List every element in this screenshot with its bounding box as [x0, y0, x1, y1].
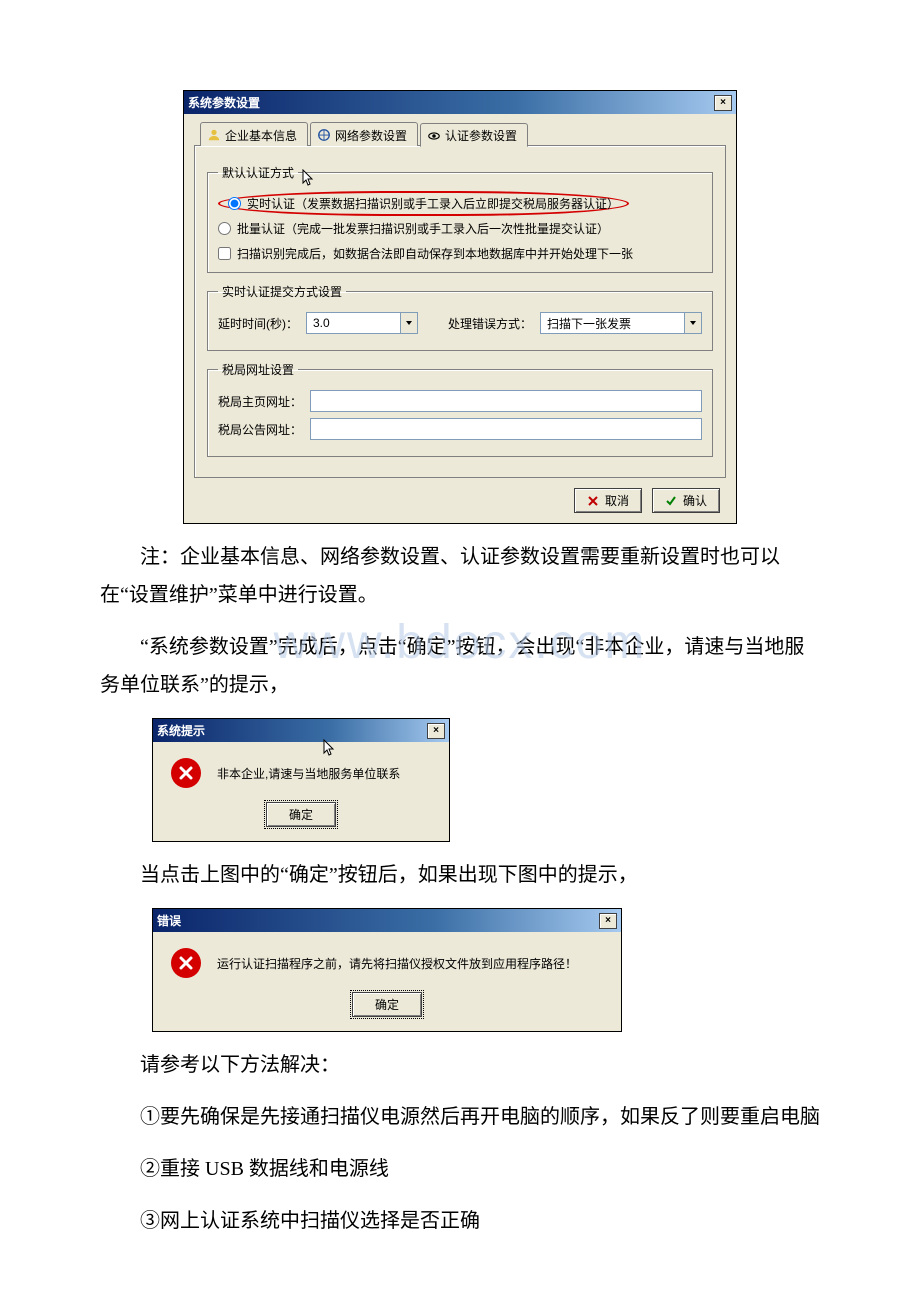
message-text: 非本企业,请速与当地服务单位联系 — [217, 765, 400, 782]
tax-notice-label: 税局公告网址： — [218, 421, 302, 438]
dropdown-value: 扫描下一张发票 — [541, 315, 684, 332]
message-text: 运行认证扫描程序之前，请先将扫描仪授权文件放到应用程序路径！ — [217, 955, 577, 972]
tab-network-settings[interactable]: 网络参数设置 — [310, 122, 418, 146]
group-tax-url: 税局网址设置 税局主页网址： 税局公告网址： — [207, 361, 713, 457]
cursor-icon — [302, 169, 316, 190]
ok-button[interactable]: 确认 — [652, 488, 720, 513]
dropdown-value: 3.0 — [307, 316, 400, 330]
button-label: 确定 — [375, 996, 399, 1013]
system-prompt-dialog: 系统提示 × 非本企业,请速与当地服务单位联系 确定 — [152, 718, 450, 842]
error-icon — [171, 948, 201, 978]
tab-label: 认证参数设置 — [445, 127, 517, 144]
titlebar: 系统参数设置 × — [184, 91, 736, 114]
paragraph-solutions-header: 请参考以下方法解决： — [100, 1046, 820, 1084]
close-icon[interactable]: × — [714, 95, 732, 111]
tab-label: 网络参数设置 — [335, 127, 407, 144]
dialog-title: 系统参数设置 — [188, 94, 260, 111]
tab-auth-settings[interactable]: 认证参数设置 — [420, 123, 528, 147]
group-realtime-submit: 实时认证提交方式设置 延时时间(秒)： 3.0 处理错误方式： 扫描下一张发 — [207, 283, 713, 351]
chevron-down-icon — [684, 313, 701, 333]
delay-label: 延时时间(秒)： — [218, 315, 298, 332]
tax-home-label: 税局主页网址： — [218, 393, 302, 410]
eye-icon — [427, 129, 441, 143]
tab-basic-info[interactable]: 企业基本信息 — [200, 122, 308, 146]
group-default-auth: 默认认证方式 实时认证（发票数据扫描识别或手工录入后立即提交税局服务器认证） 批… — [207, 164, 713, 273]
paragraph-click-ok: 当点击上图中的“确定”按钮后，如果出现下图中的提示， — [100, 856, 820, 894]
paragraph-note: 注：企业基本信息、网络参数设置、认证参数设置需要重新设置时也可以在“设置维护”菜… — [100, 538, 820, 614]
radio-label: 实时认证（发票数据扫描识别或手工录入后立即提交税局服务器认证） — [247, 195, 619, 212]
check-icon — [665, 495, 677, 507]
tab-label: 企业基本信息 — [225, 127, 297, 144]
tax-notice-input[interactable] — [310, 418, 702, 440]
group-legend: 默认认证方式 — [218, 164, 298, 181]
error-icon — [171, 758, 201, 788]
user-icon — [207, 128, 221, 142]
error-dialog: 错误 × 运行认证扫描程序之前，请先将扫描仪授权文件放到应用程序路径！ 确定 — [152, 908, 622, 1032]
chevron-down-icon — [400, 313, 417, 333]
radio-batch-auth[interactable] — [218, 222, 231, 235]
cursor-icon — [323, 739, 337, 760]
titlebar: 错误 × — [153, 909, 621, 932]
solution-item-3: ③网上认证系统中扫描仪选择是否正确 — [100, 1202, 820, 1240]
dialog-title: 错误 — [157, 912, 181, 929]
error-mode-label: 处理错误方式： — [448, 315, 532, 332]
button-label: 确认 — [683, 492, 707, 509]
group-legend: 实时认证提交方式设置 — [218, 283, 346, 300]
paragraph-after-settings: “系统参数设置”完成后，点击“确定”按钮，会出现“非本企业，请速与当地服务单位联… — [100, 628, 820, 704]
dialog-title: 系统提示 — [157, 722, 205, 739]
delay-dropdown[interactable]: 3.0 — [306, 312, 418, 334]
cancel-button[interactable]: 取消 — [574, 488, 642, 513]
network-icon — [317, 128, 331, 142]
ok-button[interactable]: 确定 — [352, 992, 422, 1017]
button-label: 取消 — [605, 492, 629, 509]
radio-label: 批量认证（完成一批发票扫描识别或手工录入后一次性批量提交认证） — [237, 220, 609, 237]
button-label: 确定 — [289, 806, 313, 823]
solution-item-2: ②重接 USB 数据线和电源线 — [100, 1150, 820, 1188]
checkbox-label: 扫描识别完成后，如数据合法即自动保存到本地数据库中并开始处理下一张 — [237, 245, 633, 262]
settings-dialog: 系统参数设置 × 企业基本信息 网络参数设置 — [183, 90, 737, 524]
ok-button[interactable]: 确定 — [266, 802, 336, 827]
solution-item-1: ①要先确保是先接通扫描仪电源然后再开电脑的顺序，如果反了则要重启电脑 — [100, 1098, 820, 1136]
close-icon[interactable]: × — [599, 913, 617, 929]
group-legend: 税局网址设置 — [218, 361, 298, 378]
tax-home-input[interactable] — [310, 390, 702, 412]
radio-realtime-auth[interactable] — [228, 197, 241, 210]
error-mode-dropdown[interactable]: 扫描下一张发票 — [540, 312, 702, 334]
close-icon[interactable]: × — [427, 723, 445, 739]
x-icon — [587, 495, 599, 507]
checkbox-auto-next[interactable] — [218, 247, 231, 260]
titlebar: 系统提示 × — [153, 719, 449, 742]
